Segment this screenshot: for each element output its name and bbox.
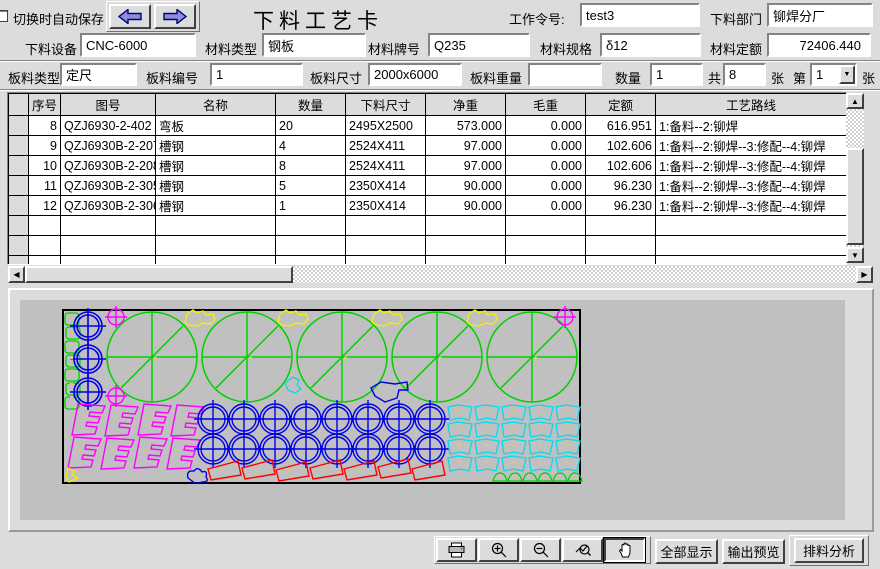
triangle-left-icon: ◀ xyxy=(13,270,19,279)
next-sheet-button[interactable] xyxy=(154,4,196,29)
triangle-up-icon: ▲ xyxy=(851,97,859,106)
col-header-net: 净重 xyxy=(426,94,506,116)
material-type-input[interactable] xyxy=(262,33,366,57)
arrow-right-icon xyxy=(163,9,187,24)
material-type-label: 材料类型 xyxy=(205,39,257,58)
col-header-size: 下料尺寸 xyxy=(346,94,426,116)
table-header-row: 序号 图号 名称 数量 下料尺寸 净重 毛重 定额 工艺路线 xyxy=(9,94,847,116)
plate-type-label: 板料类型 xyxy=(8,68,60,87)
nesting-preview-canvas[interactable] xyxy=(20,300,845,520)
view-toolbar xyxy=(434,536,651,564)
device-input[interactable] xyxy=(80,33,196,57)
material-spec-label: 材料规格 xyxy=(540,39,592,58)
hscroll-track[interactable] xyxy=(293,266,856,283)
scroll-right-button[interactable]: ▶ xyxy=(856,266,873,283)
table-vertical-scrollbar: ▲ ▼ xyxy=(846,93,864,263)
nesting-preview-panel xyxy=(8,288,874,532)
zoom-in-icon xyxy=(491,542,507,558)
material-spec-input[interactable] xyxy=(600,33,701,57)
col-header-qty: 数量 xyxy=(276,94,346,116)
pan-button[interactable] xyxy=(604,538,645,562)
table-row[interactable]: 12 QZJ6930B-2-306 槽钢 1 2350X414 90.000 0… xyxy=(9,196,847,216)
plate-size-label: 板料尺寸 xyxy=(310,68,362,87)
total-sheets-label: 共 xyxy=(708,68,721,87)
separator xyxy=(0,60,880,62)
printer-icon xyxy=(448,542,465,558)
material-quota-label: 材料定额 xyxy=(710,39,762,58)
work-order-label: 工作令号: xyxy=(509,9,565,28)
show-all-button[interactable]: 全部显示 xyxy=(655,539,718,564)
print-button[interactable] xyxy=(436,538,477,562)
page-title: 下料工艺卡 xyxy=(253,5,383,35)
current-sheet-value: 1 xyxy=(816,67,823,82)
current-sheet-combo[interactable]: 1 ▼ xyxy=(810,63,857,86)
autosave-label: 切换时自动保存 xyxy=(13,9,104,28)
vscroll-track[interactable] xyxy=(846,109,864,247)
autosave-checkbox[interactable] xyxy=(0,10,8,22)
zoom-in-button[interactable] xyxy=(478,538,519,562)
nesting-analysis-panel: 排料分析 xyxy=(789,535,869,566)
sheet-unit-label: 张 xyxy=(771,68,784,87)
pan-hand-icon xyxy=(617,542,633,558)
plate-weight-label: 板料重量 xyxy=(470,68,522,87)
plate-size-input[interactable] xyxy=(368,63,462,86)
chevron-down-icon: ▼ xyxy=(844,71,851,78)
plate-weight-input[interactable] xyxy=(528,63,602,86)
scroll-left-button[interactable]: ◀ xyxy=(8,266,25,283)
row-selector-header xyxy=(9,94,29,116)
table-row[interactable]: 9 QZJ6930B-2-207 槽钢 4 2524X411 97.000 0.… xyxy=(9,136,847,156)
triangle-down-icon: ▼ xyxy=(851,251,859,260)
vscroll-thumb[interactable] xyxy=(846,148,864,245)
table-row-empty[interactable] xyxy=(9,216,847,236)
arrow-left-icon xyxy=(118,9,142,24)
table-row-empty[interactable] xyxy=(9,236,847,256)
quantity-input[interactable] xyxy=(650,63,703,86)
triangle-right-icon: ▶ xyxy=(861,270,867,279)
app-window: 切换时自动保存 下料工艺卡 工作令号: 下料部门 下料设备 材料类型 材料牌号 … xyxy=(0,0,880,569)
plate-number-label: 板料编号 xyxy=(146,68,198,87)
quantity-label: 数量 xyxy=(615,68,641,87)
plate-number-input[interactable] xyxy=(210,63,303,86)
total-sheets-input[interactable] xyxy=(723,63,766,86)
col-header-seq: 序号 xyxy=(29,94,61,116)
col-header-quota: 定额 xyxy=(586,94,656,116)
plate-type-input[interactable] xyxy=(60,63,137,86)
zoom-window-button[interactable] xyxy=(562,538,603,562)
zoom-out-button[interactable] xyxy=(520,538,561,562)
output-preview-button[interactable]: 输出预览 xyxy=(722,539,785,564)
col-header-route: 工艺路线 xyxy=(656,94,847,116)
table-row[interactable]: 10 QZJ6930B-2-208 槽钢 8 2524X411 97.000 0… xyxy=(9,156,847,176)
table-row[interactable]: 11 QZJ6930B-2-305 槽钢 5 2350X414 90.000 0… xyxy=(9,176,847,196)
parts-table: 序号 图号 名称 数量 下料尺寸 净重 毛重 定额 工艺路线 8 QZJ6930… xyxy=(7,92,847,265)
separator xyxy=(0,89,880,91)
department-input[interactable] xyxy=(767,3,873,27)
table-row[interactable]: 8 QZJ6930-2-402 弯板 20 2495X2500 573.000 … xyxy=(9,116,847,136)
sheet-unit-label-2: 张 xyxy=(862,68,875,87)
col-header-gross: 毛重 xyxy=(506,94,586,116)
col-header-drawing: 图号 xyxy=(61,94,156,116)
zoom-out-icon xyxy=(533,542,549,558)
hscroll-thumb[interactable] xyxy=(25,266,293,283)
current-sheet-label: 第 xyxy=(793,68,806,87)
work-order-input[interactable] xyxy=(580,3,700,27)
material-quota-input[interactable] xyxy=(767,33,871,57)
material-grade-input[interactable] xyxy=(428,33,530,57)
combo-dropdown-button[interactable]: ▼ xyxy=(839,65,855,84)
table-row-empty[interactable] xyxy=(9,256,847,266)
scroll-down-button[interactable]: ▼ xyxy=(846,247,864,263)
table-horizontal-scrollbar: ◀ ▶ xyxy=(8,266,873,283)
scroll-up-button[interactable]: ▲ xyxy=(846,93,864,109)
nav-button-group xyxy=(106,1,200,32)
material-grade-label: 材料牌号 xyxy=(368,39,420,58)
col-header-name: 名称 xyxy=(156,94,276,116)
nesting-drawing xyxy=(20,300,845,520)
zoom-window-icon xyxy=(575,542,591,558)
device-label: 下料设备 xyxy=(25,39,77,58)
prev-sheet-button[interactable] xyxy=(109,4,151,29)
nesting-analysis-button[interactable]: 排料分析 xyxy=(794,538,864,563)
department-label: 下料部门 xyxy=(710,9,762,28)
